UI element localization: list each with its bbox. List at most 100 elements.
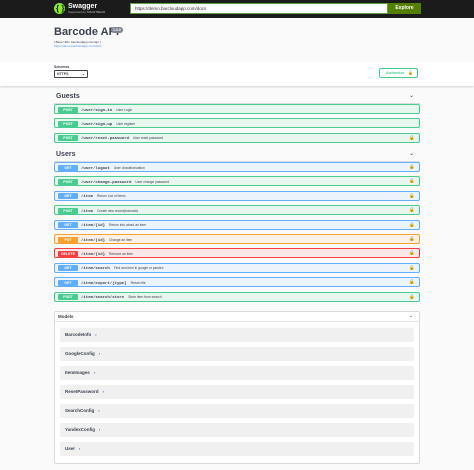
model-item[interactable]: SearchConfig › (60, 404, 414, 418)
chevron-down-icon: ⌄ (408, 151, 414, 157)
operation-summary: User register (116, 121, 136, 126)
logo-subtext: Supported by SMARTBEAR (68, 10, 106, 14)
model-name: ResetPassword › (65, 389, 104, 394)
operation-row[interactable]: GET/item/search Find and item in google o… (54, 262, 420, 273)
lock-icon[interactable]: 🔒 (409, 265, 415, 271)
chevron-right-icon: › (79, 446, 81, 451)
operation-row[interactable]: GET/item/{id} Return info about an item 🔒 (54, 219, 420, 230)
lock-icon[interactable]: 🔒 (409, 236, 415, 242)
lock-icon[interactable]: 🔒 (409, 279, 415, 285)
operation-path: /user/reset-password User reset password (81, 136, 164, 142)
models-title: Models (58, 314, 74, 319)
method-badge: POST (58, 178, 78, 185)
model-item[interactable]: BarcodeInfo › (60, 328, 414, 342)
tag-name: Guests (56, 93, 80, 100)
authorize-button[interactable]: Authorize 🔓 (379, 68, 418, 78)
chevron-down-icon: ⌄ (408, 93, 414, 99)
spec-link[interactable]: https://demo.barcloudapp.com/docs (54, 44, 102, 48)
operation-path: /item/{id} Return info about an item (81, 223, 147, 229)
chevron-right-icon: › (95, 332, 97, 337)
operation-row[interactable]: POST/item/search/store Store item from se… (54, 291, 420, 302)
schemes-selected: HTTPS (57, 72, 69, 76)
lock-icon[interactable]: 🔒 (409, 193, 415, 199)
operation-row[interactable]: PUT/item/{id} Change an item 🔒 (54, 234, 420, 244)
operation-path: /item/search Find and item in google or y… (81, 266, 164, 272)
operation-row[interactable]: POST/user/sign-up User register (54, 118, 420, 129)
operation-path: /item/export/{type} Return file (81, 280, 146, 286)
lock-icon: 🔓 (408, 70, 413, 75)
tag-users[interactable]: Users ⌄ (54, 148, 420, 162)
model-item[interactable]: ItemImages › (60, 366, 414, 380)
operation-summary: User Login (116, 107, 133, 112)
operation-summary: Create new record(barcode) (97, 208, 139, 213)
lock-icon[interactable]: 🔒 (409, 294, 415, 300)
method-badge: GET (58, 193, 78, 200)
operation-row[interactable]: GET/item/export/{type} Return file 🔒 (54, 277, 420, 288)
method-badge: POST (58, 294, 78, 301)
explore-button[interactable]: Explore (388, 3, 421, 14)
operation-path: /user/sign-up User register (81, 121, 136, 127)
api-info: Barcode API 1.0.0 [ Base URL: barcloudap… (54, 26, 424, 60)
model-name: User › (65, 446, 81, 451)
model-item[interactable]: ResetPassword › (60, 385, 414, 399)
chevron-down-icon: ⌄ (82, 72, 85, 76)
operation-summary: Return List of Items (97, 194, 126, 199)
operation-row[interactable]: POST/user/change-password User change pas… (54, 176, 420, 187)
topbar: { } Swagger Supported by SMARTBEAR https… (0, 0, 474, 18)
scheme-container: Schemes HTTPS ⌄ Authorize 🔓 (0, 62, 474, 86)
operation-row[interactable]: POST/user/reset-password User reset passw… (54, 132, 420, 143)
authorize-label: Authorize (386, 70, 405, 75)
model-name: SearchConfig › (65, 408, 100, 413)
method-badge: POST (58, 120, 78, 127)
schemes-select[interactable]: HTTPS ⌄ (54, 70, 88, 78)
operation-path: /item/search/store Store item from search (81, 295, 162, 301)
lock-icon[interactable]: 🔒 (409, 207, 415, 213)
operation-row[interactable]: GET/user/logout User Unauthorization 🔒 (54, 162, 420, 172)
model-name: BarcodeInfo › (65, 332, 97, 337)
method-badge: GET (58, 279, 78, 286)
operation-path: /user/change-password User change passwor… (81, 179, 170, 185)
operation-row[interactable]: GET/item Return List of Items 🔒 (54, 190, 420, 201)
operation-path: /item Create new record(barcode) (81, 208, 139, 214)
model-name: YandexConfig › (65, 427, 101, 432)
spec-url-input[interactable]: https://demo.barcloudapp.com/docs (130, 3, 388, 14)
method-badge: GET (58, 164, 78, 171)
chevron-right-icon: › (98, 351, 101, 356)
schemes-label: Schemes (54, 65, 70, 69)
operation-row[interactable]: POST/user/sign-in User Login (54, 104, 420, 114)
operation-summary: User change password (135, 179, 170, 184)
chevron-right-icon: › (99, 427, 101, 432)
method-badge: POST (58, 106, 78, 113)
operation-row[interactable]: DELETE/item/{id} Remove an item 🔒 (54, 248, 420, 259)
swagger-logo-icon: { } (54, 3, 65, 14)
model-item[interactable]: User › (60, 442, 414, 456)
lock-icon[interactable]: 🔒 (409, 222, 415, 228)
lock-icon[interactable]: 🔒 (409, 164, 415, 170)
lock-icon[interactable]: 🔒 (409, 250, 415, 256)
model-name: ItemImages › (65, 370, 96, 375)
chevron-right-icon: › (93, 370, 96, 375)
operation-summary: Remove an item (109, 251, 134, 256)
model-item[interactable]: GoogleConfig › (60, 347, 414, 361)
operation-row[interactable]: POST/item Create new record(barcode) 🔒 (54, 205, 420, 216)
model-item[interactable]: YandexConfig › (60, 423, 414, 437)
operation-path: /item Return List of Items (81, 194, 126, 200)
method-badge: GET (58, 222, 78, 229)
operation-summary: Store item from search (128, 295, 162, 300)
models-section: Models ⌄ BarcodeInfo › GoogleConfig › ItemIm… (54, 311, 420, 464)
swagger-logo[interactable]: { } Swagger Supported by SMARTBEAR (54, 3, 106, 15)
lock-icon[interactable]: 🔒 (409, 135, 415, 141)
operation-path: /user/sign-in User Login (81, 107, 133, 113)
chevron-right-icon: › (102, 389, 104, 394)
tag-name: Users (56, 151, 76, 158)
operation-path: /user/logout User Unauthorization (81, 165, 145, 171)
operation-summary: User reset password (133, 136, 164, 141)
chevron-right-icon: › (98, 408, 100, 413)
models-header[interactable]: Models ⌄ (55, 312, 419, 322)
tag-guests[interactable]: Guests ⌄ (54, 90, 420, 104)
operation-summary: User Unauthorization (113, 165, 145, 170)
method-badge: PUT (58, 236, 78, 243)
version-badge: 1.0.0 (111, 27, 123, 33)
lock-icon[interactable]: 🔒 (409, 178, 415, 184)
method-badge: GET (58, 265, 78, 272)
